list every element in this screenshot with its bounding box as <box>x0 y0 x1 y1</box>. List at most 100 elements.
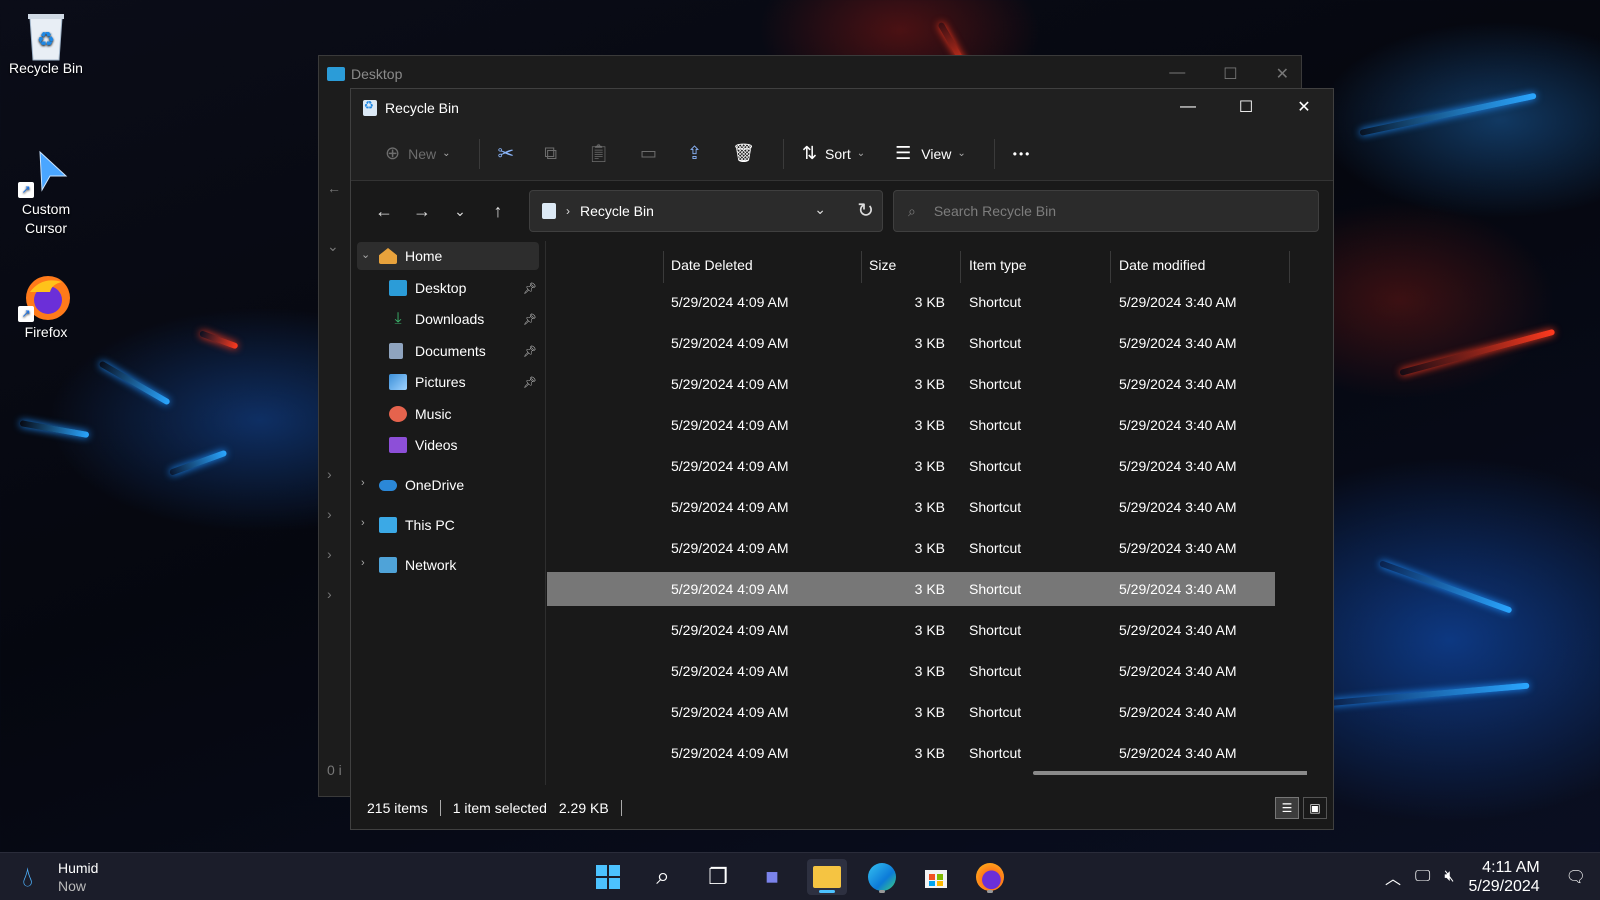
recent-locations-button[interactable]: ⌄ <box>441 193 479 229</box>
copy-button[interactable]: ⧉ <box>534 136 567 172</box>
chevron-right-icon[interactable]: › <box>327 586 332 602</box>
sidebar-item-pictures[interactable]: Pictures 📌︎ <box>389 368 537 396</box>
search-input[interactable] <box>933 203 1294 219</box>
column-header-size[interactable]: Size <box>869 257 896 273</box>
details-view-button[interactable]: ☰ <box>1275 797 1299 819</box>
wallpaper-streak <box>1378 560 1513 614</box>
sort-button[interactable]: ⇅ Sort ⌄ <box>792 136 875 172</box>
title-bar[interactable]: Recycle Bin — ☐ ✕ <box>351 89 1333 127</box>
chevron-right-icon[interactable]: › <box>327 506 332 522</box>
chevron-right-icon[interactable]: › <box>361 477 365 489</box>
file-explorer-taskbar-button[interactable] <box>807 859 847 895</box>
chevron-right-icon[interactable]: › <box>327 546 332 562</box>
chevron-right-icon[interactable]: › <box>327 466 332 482</box>
file-row[interactable]: 5/29/2024 4:09 AM 3 KB Shortcut 5/29/2024 3… <box>547 408 1275 442</box>
date-modified-cell: 5/29/2024 3:40 AM <box>1119 663 1237 679</box>
pin-icon[interactable]: 📌︎ <box>523 376 537 389</box>
breadcrumb-recycle-bin[interactable]: Recycle Bin <box>580 203 654 219</box>
minimize-button[interactable]: — <box>1159 89 1217 125</box>
sidebar-item-this-pc[interactable]: This PC <box>379 511 455 539</box>
store-button[interactable] <box>916 859 956 895</box>
chevron-right-icon[interactable]: › <box>361 517 365 529</box>
pin-icon[interactable]: 📌︎ <box>523 282 537 295</box>
taskbar-search-button[interactable]: ⌕ <box>643 859 683 895</box>
file-row[interactable]: 5/29/2024 4:09 AM 3 KB Shortcut 5/29/2024 3… <box>547 326 1275 360</box>
file-row[interactable]: 5/29/2024 4:09 AM 3 KB Shortcut 5/29/2024 3… <box>547 490 1275 524</box>
notifications-icon[interactable]: 🗨︎ <box>1566 867 1586 887</box>
desktop-icon-label: Firefox <box>24 324 68 340</box>
file-row[interactable]: 5/29/2024 4:09 AM 3 KB Shortcut 5/29/2024 3… <box>547 654 1275 688</box>
file-row[interactable]: 5/29/2024 4:09 AM 3 KB Shortcut 5/29/2024 3… <box>547 531 1275 565</box>
date-deleted-cell: 5/29/2024 4:09 AM <box>671 663 789 679</box>
volume-muted-icon[interactable]: 🔇︎ <box>1444 868 1454 886</box>
column-header-date-modified[interactable]: Date modified <box>1119 257 1205 273</box>
chevron-down-icon[interactable]: ⌄ <box>361 248 370 261</box>
horizontal-scrollbar-thumb[interactable] <box>1033 771 1307 775</box>
file-row[interactable]: 5/29/2024 4:09 AM 3 KB Shortcut 5/29/2024 3… <box>547 572 1275 606</box>
minimize-button[interactable]: — <box>1169 64 1185 84</box>
desktop-icon-firefox[interactable]: ↗ Firefox <box>6 272 86 340</box>
chat-button[interactable]: ■ <box>752 859 792 895</box>
sidebar-item-downloads[interactable]: ⤓ Downloads 📌︎ <box>389 305 537 333</box>
close-button[interactable]: ✕ <box>1275 89 1333 125</box>
svg-text:♻: ♻ <box>37 29 55 51</box>
active-indicator <box>819 890 835 893</box>
weather-widget[interactable]: 💧︎ Humid Now <box>22 859 98 895</box>
refresh-icon[interactable]: ↻ <box>857 198 874 223</box>
sidebar-item-documents[interactable]: Documents 📌︎ <box>389 337 537 365</box>
file-row[interactable]: 5/29/2024 4:09 AM 3 KB Shortcut 5/29/2024 3… <box>547 736 1275 770</box>
up-button[interactable]: ↑ <box>479 193 517 229</box>
show-hidden-icons-chevron-icon[interactable]: ︿ <box>1385 865 1401 889</box>
sidebar-item-onedrive[interactable]: OneDrive <box>379 471 464 499</box>
view-button[interactable]: ☰ View ⌄ <box>885 136 976 172</box>
file-row[interactable]: 5/29/2024 4:09 AM 3 KB Shortcut 5/29/2024 3… <box>547 695 1275 729</box>
network-status-icon[interactable]: 🖵︎ <box>1415 868 1430 886</box>
forward-button[interactable]: → <box>403 193 441 229</box>
sidebar-item-videos[interactable]: Videos <box>389 431 458 459</box>
cut-icon: ✂ <box>497 143 515 165</box>
maximize-button[interactable]: ☐ <box>1223 64 1237 84</box>
file-list[interactable]: Date Deleted Size Item type Date modifie… <box>547 241 1307 785</box>
paste-button[interactable]: 📋︎ <box>577 136 620 172</box>
cut-button[interactable]: ✂ <box>488 136 525 172</box>
date-modified-cell: 5/29/2024 3:40 AM <box>1119 294 1237 310</box>
column-header-item-type[interactable]: Item type <box>969 257 1027 273</box>
desktop-icon-recycle-bin[interactable]: ♻ Recycle Bin <box>6 8 86 76</box>
delete-button[interactable]: 🗑︎ <box>722 136 765 172</box>
share-button[interactable]: ⇪ <box>677 136 712 172</box>
pin-icon[interactable]: 📌︎ <box>523 313 537 326</box>
file-row[interactable]: 5/29/2024 4:09 AM 3 KB Shortcut 5/29/2024 3… <box>547 613 1275 647</box>
desktop-icon-custom-cursor[interactable]: ↗ Custom Cursor <box>6 148 86 238</box>
more-options-button[interactable]: ••• <box>1003 136 1042 172</box>
sidebar-item-desktop[interactable]: Desktop 📌︎ <box>389 274 537 302</box>
search-box[interactable]: ⌕ <box>893 190 1319 232</box>
rename-button[interactable]: ▭ <box>630 136 667 172</box>
sidebar-item-music[interactable]: Music <box>389 400 452 428</box>
back-arrow-icon[interactable]: ← <box>327 180 341 196</box>
firefox-taskbar-button[interactable] <box>970 859 1010 895</box>
column-header-date-deleted[interactable]: Date Deleted <box>671 257 753 273</box>
command-bar: ⊕ New ⌄ ✂ ⧉ 📋︎ ▭ ⇪ 🗑︎ ⇅ Sort ⌄ ☰ View ⌄ … <box>351 127 1333 181</box>
sidebar-item-network[interactable]: Network <box>379 551 456 579</box>
file-row[interactable]: 5/29/2024 4:09 AM 3 KB Shortcut 5/29/2024 3… <box>547 285 1275 319</box>
clock[interactable]: 4:11 AM 5/29/2024 <box>1469 858 1554 896</box>
maximize-button[interactable]: ☐ <box>1217 89 1275 125</box>
file-row[interactable]: 5/29/2024 4:09 AM 3 KB Shortcut 5/29/2024 3… <box>547 449 1275 483</box>
back-button[interactable]: ← <box>365 193 403 229</box>
pin-icon[interactable]: 📌︎ <box>523 345 537 358</box>
tiles-view-button[interactable]: ▣ <box>1303 797 1327 819</box>
chevron-down-icon[interactable]: ⌄ <box>327 238 339 255</box>
chevron-right-icon: › <box>566 204 570 218</box>
address-bar[interactable]: › Recycle Bin ⌄ ↻ <box>529 190 883 232</box>
recycle-bin-window[interactable]: Recycle Bin — ☐ ✕ ⊕ New ⌄ ✂ ⧉ 📋︎ ▭ ⇪ 🗑︎ … <box>350 88 1334 830</box>
chevron-right-icon[interactable]: › <box>361 557 365 569</box>
close-button[interactable]: ✕ <box>1276 64 1289 84</box>
start-button[interactable] <box>588 859 628 895</box>
file-row[interactable]: 5/29/2024 4:09 AM 3 KB Shortcut 5/29/2024 3… <box>547 367 1275 401</box>
chevron-down-icon[interactable]: ⌄ <box>814 201 826 218</box>
task-view-button[interactable]: ❐ <box>698 859 738 895</box>
edge-button[interactable] <box>862 859 902 895</box>
sidebar-item-home[interactable]: Home <box>379 242 442 270</box>
new-button[interactable]: ⊕ New ⌄ <box>375 136 461 172</box>
wallpaper-streak <box>1359 92 1537 136</box>
